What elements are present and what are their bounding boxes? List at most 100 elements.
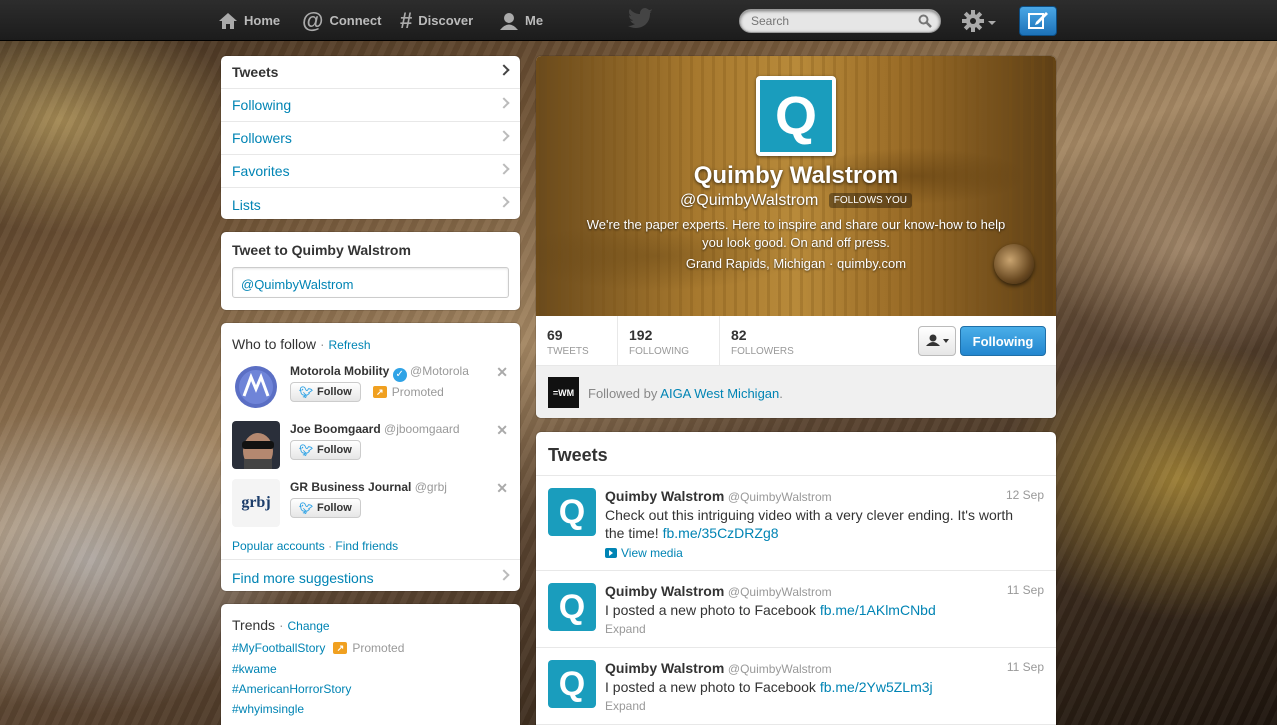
chevron-right-icon	[498, 97, 510, 109]
trend-item[interactable]: #kwame	[232, 662, 277, 676]
view-media-label: View media	[621, 546, 683, 560]
promoted-label: ↗ Promoted	[372, 385, 444, 399]
dismiss-icon[interactable]: ✕	[496, 480, 508, 497]
suggestion-actions: 🐦︎ Follow ↗ Promoted	[290, 382, 444, 402]
suggestion-row: Motorola Mobility ✓ @Motorola	[290, 364, 469, 382]
tweet-timestamp[interactable]: 11 Sep	[1007, 583, 1044, 597]
follow-label: Follow	[316, 386, 352, 398]
suggestion-actions: 🐦︎ Follow	[290, 498, 361, 518]
suggestion-handle: @Motorola	[410, 364, 469, 378]
tweet-author-handle: @QuimbyWalstrom	[727, 490, 832, 504]
person-icon	[499, 12, 519, 30]
stat-followers[interactable]: 82 FOLLOWERS	[720, 316, 840, 366]
avatar[interactable]	[232, 421, 280, 469]
compose-tweet-button[interactable]	[1019, 6, 1057, 36]
stat-following[interactable]: 192 FOLLOWING	[618, 316, 720, 366]
separator-dot: ·	[829, 256, 834, 271]
tweet-avatar[interactable]: Q	[548, 660, 596, 708]
followed-by-link[interactable]: AIGA West Michigan	[660, 386, 779, 401]
find-more-suggestions[interactable]: Find more suggestions	[221, 559, 520, 591]
tweet-author-name[interactable]: Quimby Walstrom	[605, 583, 724, 599]
profile-nav-list: Tweets Following Followers Favorites Lis…	[221, 56, 520, 219]
expand-link[interactable]: Expand	[605, 699, 646, 713]
trend-item[interactable]: #AmericanHorrorStory	[232, 682, 351, 696]
follow-button[interactable]: 🐦︎ Follow	[290, 382, 361, 402]
sidenav-item-tweets[interactable]: Tweets	[221, 56, 520, 89]
sidenav-item-favorites[interactable]: Favorites	[221, 155, 520, 188]
tweet-author-name[interactable]: Quimby Walstrom	[605, 660, 724, 676]
stat-label: TWEETS	[547, 346, 589, 357]
tweet-item[interactable]: Q Quimby Walstrom @QuimbyWalstrom 12 Sep…	[536, 476, 1056, 571]
search-icon[interactable]	[918, 14, 932, 31]
twitter-bird-icon: 🐦︎	[299, 502, 313, 515]
change-trends-link[interactable]: Change	[288, 619, 330, 633]
who-to-follow-title: Who to follow	[232, 336, 317, 352]
tweet-avatar[interactable]: Q	[548, 583, 596, 631]
tweet-link[interactable]: fb.me/35CzDRZg8	[663, 525, 779, 541]
aiga-avatar[interactable]: =WM	[548, 377, 579, 408]
tweet-author-handle: @QuimbyWalstrom	[727, 585, 832, 599]
chevron-right-icon	[498, 130, 510, 142]
follow-label: Follow	[316, 444, 352, 456]
user-actions-dropdown[interactable]	[918, 326, 956, 356]
separator-dot: ·	[278, 617, 284, 633]
view-media-link[interactable]: View media	[605, 546, 683, 560]
tweet-avatar[interactable]: Q	[548, 488, 596, 536]
separator-dot: ·	[319, 336, 325, 352]
tweet-author-name[interactable]: Quimby Walstrom	[605, 488, 724, 504]
hashtag-icon: #	[400, 7, 413, 33]
sidenav-item-followers[interactable]: Followers	[221, 122, 520, 155]
tweet-link[interactable]: fb.me/1AKlmCNbd	[820, 602, 936, 618]
tweet-item[interactable]: Q Quimby Walstrom @QuimbyWalstrom 11 Sep…	[536, 571, 1056, 648]
settings-menu[interactable]	[962, 10, 996, 35]
following-button[interactable]: Following	[960, 326, 1046, 356]
tweet-to-input[interactable]: @QuimbyWalstrom	[232, 267, 509, 298]
tweet-timestamp[interactable]: 11 Sep	[1007, 660, 1044, 674]
follows-you-badge: FOLLOWS YOU	[828, 193, 912, 208]
chevron-right-icon	[498, 64, 510, 76]
nav-me-label: Me	[525, 13, 544, 28]
play-icon	[605, 548, 617, 558]
sidenav-item-following[interactable]: Following	[221, 89, 520, 122]
nav-discover[interactable]: # Discover	[400, 0, 473, 41]
stat-tweets[interactable]: 69 TWEETS	[536, 316, 618, 366]
trend-item[interactable]: #MyFootballStory	[232, 641, 325, 655]
profile-avatar[interactable]: Q	[756, 76, 836, 156]
tweet-item[interactable]: Q Quimby Walstrom @QuimbyWalstrom 11 Sep…	[536, 648, 1056, 725]
suggestion-name[interactable]: Motorola Mobility	[290, 364, 389, 378]
tweet-timestamp[interactable]: 12 Sep	[1006, 488, 1044, 502]
avatar[interactable]	[232, 363, 280, 411]
tweet-header: Quimby Walstrom @QuimbyWalstrom	[605, 583, 832, 599]
nav-connect[interactable]: @ Connect	[302, 0, 381, 41]
suggestion-name[interactable]: GR Business Journal	[290, 480, 411, 494]
find-friends-link[interactable]: Find friends	[335, 539, 398, 553]
profile-card: Q Quimby Walstrom @QuimbyWalstrom FOLLOW…	[536, 56, 1056, 418]
profile-url-link[interactable]: quimby.com	[837, 256, 906, 271]
avatar-letter: Q	[558, 492, 586, 531]
follow-button[interactable]: 🐦︎ Follow	[290, 498, 361, 518]
twitter-bird-icon[interactable]	[628, 8, 654, 33]
dismiss-icon[interactable]: ✕	[496, 364, 508, 381]
search-input[interactable]	[740, 10, 910, 32]
follow-button[interactable]: 🐦︎ Follow	[290, 440, 361, 460]
sidenav-item-lists[interactable]: Lists	[221, 188, 520, 221]
trend-item[interactable]: #whyimsingle	[232, 702, 304, 716]
top-navigation-bar: Home @ Connect # Discover Me	[0, 0, 1277, 41]
search-box[interactable]	[739, 9, 941, 33]
profile-stats-bar: 69 TWEETS 192 FOLLOWING 82 FOLLOWERS Fol…	[536, 316, 1056, 366]
avatar-letter: Q	[558, 587, 586, 626]
popular-accounts-link[interactable]: Popular accounts	[232, 539, 325, 553]
tweet-body: I posted a new photo to Facebook	[605, 679, 816, 695]
nav-home[interactable]: Home	[218, 0, 280, 41]
suggestion-name[interactable]: Joe Boomgaard	[290, 422, 381, 436]
suggestion-row: Joe Boomgaard @jboomgaard	[290, 422, 460, 436]
sidenav-item-label: Following	[232, 97, 292, 113]
avatar[interactable]: grbj	[232, 479, 280, 527]
tweet-link[interactable]: fb.me/2Yw5ZLm3j	[820, 679, 933, 695]
refresh-link[interactable]: Refresh	[329, 338, 371, 352]
tweet-header: Quimby Walstrom @QuimbyWalstrom	[605, 660, 832, 676]
dismiss-icon[interactable]: ✕	[496, 422, 508, 439]
nav-me[interactable]: Me	[499, 0, 543, 41]
promoted-text: Promoted	[391, 385, 444, 399]
expand-link[interactable]: Expand	[605, 622, 646, 636]
